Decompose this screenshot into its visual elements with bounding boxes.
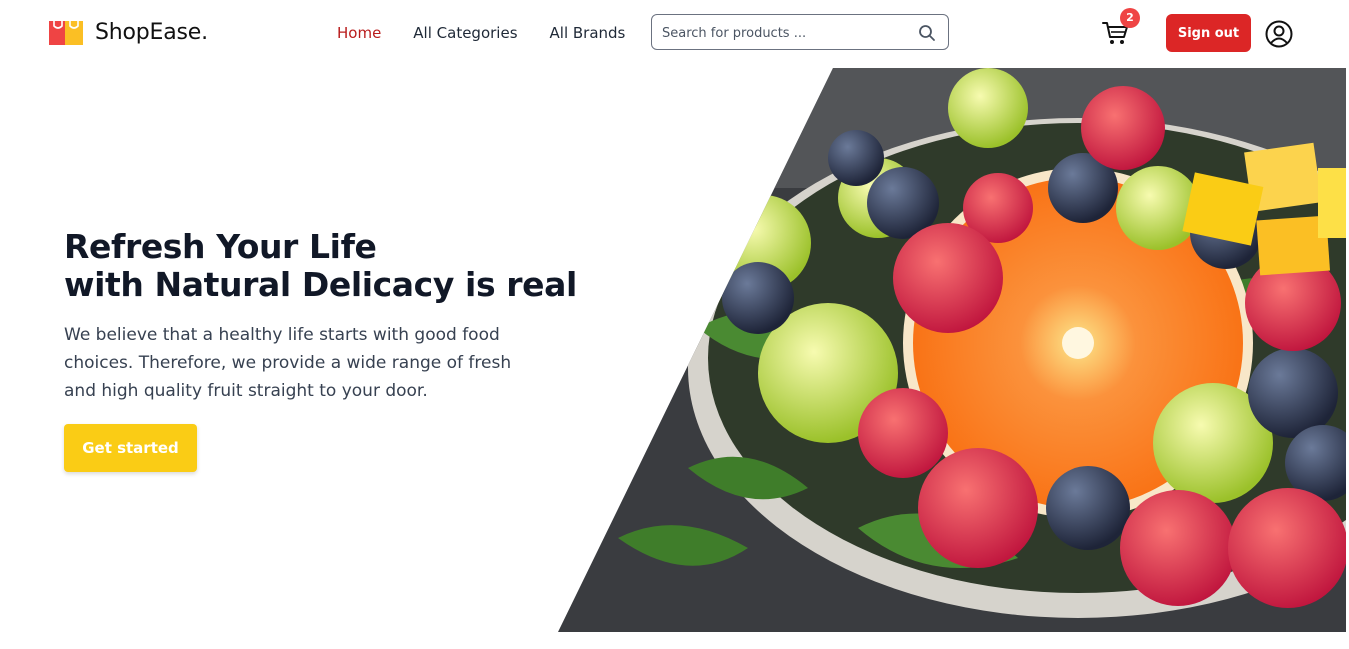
hero-title-line1: Refresh Your Life bbox=[64, 227, 377, 266]
hero-title: Refresh Your Life with Natural Delicacy … bbox=[64, 228, 577, 304]
fruit-plate-illustration bbox=[558, 68, 1346, 632]
search-icon[interactable] bbox=[918, 24, 936, 42]
search-box bbox=[651, 14, 949, 50]
shopping-bag-icon bbox=[49, 21, 83, 45]
navbar: ShopEase. Home All Categories All Brands… bbox=[0, 0, 1349, 68]
nav-link-all-categories[interactable]: All Categories bbox=[413, 24, 517, 42]
cart-count-badge: 2 bbox=[1120, 8, 1140, 28]
signout-button[interactable]: Sign out bbox=[1166, 14, 1251, 52]
hero-description: We believe that a healthy life starts wi… bbox=[64, 325, 512, 401]
hero-fruit-image bbox=[558, 68, 1346, 632]
brand-name: ShopEase. bbox=[95, 19, 208, 45]
nav-link-all-brands[interactable]: All Brands bbox=[550, 24, 626, 42]
main-nav: Home All Categories All Brands bbox=[337, 24, 657, 42]
user-icon[interactable] bbox=[1265, 20, 1293, 48]
get-started-button[interactable]: Get started bbox=[64, 424, 197, 472]
brand-logo[interactable]: ShopEase. bbox=[47, 17, 208, 47]
nav-link-home[interactable]: Home bbox=[337, 24, 381, 42]
hero-title-line2: with Natural Delicacy is real bbox=[64, 265, 577, 304]
search-input[interactable] bbox=[660, 21, 914, 45]
